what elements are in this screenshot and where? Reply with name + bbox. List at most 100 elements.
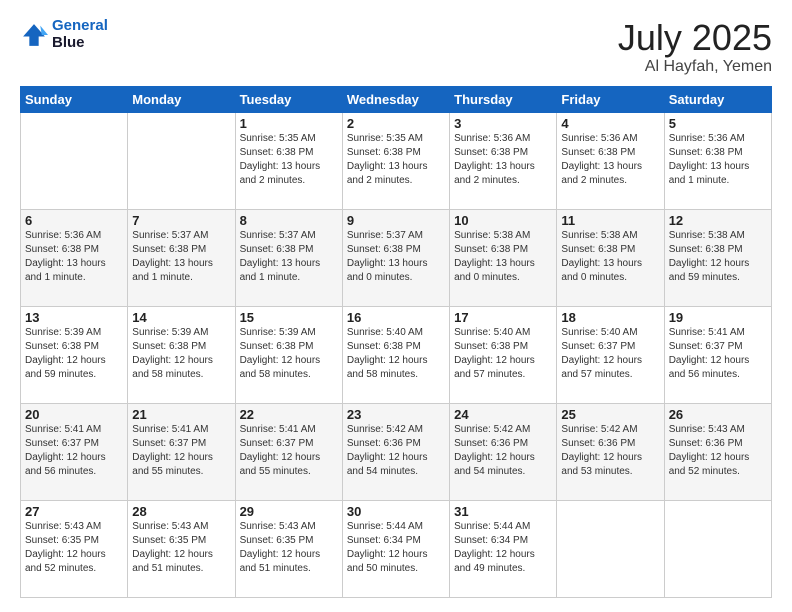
sunset-text: Sunset: 6:38 PM: [347, 340, 445, 354]
day-number: 6: [25, 213, 123, 228]
logo-text: General Blue: [52, 18, 108, 51]
header: General Blue July 2025 Al Hayfah, Yemen: [20, 18, 772, 76]
sunset-text: Sunset: 6:37 PM: [25, 437, 123, 451]
sunrise-text: Sunrise: 5:43 AM: [669, 423, 767, 437]
sunrise-text: Sunrise: 5:41 AM: [240, 423, 338, 437]
day-number: 11: [561, 213, 659, 228]
sunrise-text: Sunrise: 5:42 AM: [347, 423, 445, 437]
day-info: Sunrise: 5:43 AMSunset: 6:36 PMDaylight:…: [669, 423, 767, 479]
sunset-text: Sunset: 6:36 PM: [454, 437, 552, 451]
day-number: 22: [240, 407, 338, 422]
sunset-text: Sunset: 6:38 PM: [454, 243, 552, 257]
daylight-text: Daylight: 12 hours and 51 minutes.: [240, 548, 338, 576]
day-number: 28: [132, 504, 230, 519]
sunrise-text: Sunrise: 5:37 AM: [347, 229, 445, 243]
day-info: Sunrise: 5:38 AMSunset: 6:38 PMDaylight:…: [454, 229, 552, 285]
day-info: Sunrise: 5:40 AMSunset: 6:38 PMDaylight:…: [454, 326, 552, 382]
sunrise-text: Sunrise: 5:38 AM: [454, 229, 552, 243]
calendar-cell: 1Sunrise: 5:35 AMSunset: 6:38 PMDaylight…: [235, 112, 342, 209]
day-info: Sunrise: 5:36 AMSunset: 6:38 PMDaylight:…: [561, 132, 659, 188]
daylight-text: Daylight: 13 hours and 1 minute.: [132, 257, 230, 285]
day-number: 3: [454, 116, 552, 131]
calendar-cell: [557, 500, 664, 597]
sunset-text: Sunset: 6:36 PM: [347, 437, 445, 451]
daylight-text: Daylight: 13 hours and 0 minutes.: [347, 257, 445, 285]
sunrise-text: Sunrise: 5:35 AM: [347, 132, 445, 146]
daylight-text: Daylight: 13 hours and 1 minute.: [669, 160, 767, 188]
day-number: 1: [240, 116, 338, 131]
col-header-tuesday: Tuesday: [235, 86, 342, 112]
sunset-text: Sunset: 6:38 PM: [454, 340, 552, 354]
col-header-sunday: Sunday: [21, 86, 128, 112]
daylight-text: Daylight: 13 hours and 2 minutes.: [454, 160, 552, 188]
day-info: Sunrise: 5:37 AMSunset: 6:38 PMDaylight:…: [240, 229, 338, 285]
daylight-text: Daylight: 13 hours and 0 minutes.: [561, 257, 659, 285]
day-info: Sunrise: 5:42 AMSunset: 6:36 PMDaylight:…: [454, 423, 552, 479]
sunrise-text: Sunrise: 5:36 AM: [669, 132, 767, 146]
sunset-text: Sunset: 6:38 PM: [132, 340, 230, 354]
sunset-text: Sunset: 6:35 PM: [240, 534, 338, 548]
calendar-cell: 12Sunrise: 5:38 AMSunset: 6:38 PMDayligh…: [664, 209, 771, 306]
calendar-cell: 31Sunrise: 5:44 AMSunset: 6:34 PMDayligh…: [450, 500, 557, 597]
sunset-text: Sunset: 6:36 PM: [669, 437, 767, 451]
sunset-text: Sunset: 6:38 PM: [669, 146, 767, 160]
calendar-cell: 6Sunrise: 5:36 AMSunset: 6:38 PMDaylight…: [21, 209, 128, 306]
day-number: 31: [454, 504, 552, 519]
sunrise-text: Sunrise: 5:42 AM: [561, 423, 659, 437]
sunset-text: Sunset: 6:38 PM: [240, 340, 338, 354]
sunset-text: Sunset: 6:38 PM: [347, 243, 445, 257]
calendar-table: SundayMondayTuesdayWednesdayThursdayFrid…: [20, 86, 772, 598]
day-info: Sunrise: 5:40 AMSunset: 6:38 PMDaylight:…: [347, 326, 445, 382]
sunset-text: Sunset: 6:38 PM: [132, 243, 230, 257]
sunset-text: Sunset: 6:38 PM: [669, 243, 767, 257]
day-info: Sunrise: 5:38 AMSunset: 6:38 PMDaylight:…: [561, 229, 659, 285]
day-number: 4: [561, 116, 659, 131]
day-number: 20: [25, 407, 123, 422]
sunrise-text: Sunrise: 5:41 AM: [669, 326, 767, 340]
sunset-text: Sunset: 6:35 PM: [25, 534, 123, 548]
title-block: July 2025 Al Hayfah, Yemen: [618, 18, 772, 76]
day-number: 12: [669, 213, 767, 228]
day-info: Sunrise: 5:44 AMSunset: 6:34 PMDaylight:…: [454, 520, 552, 576]
day-number: 19: [669, 310, 767, 325]
day-number: 27: [25, 504, 123, 519]
day-info: Sunrise: 5:37 AMSunset: 6:38 PMDaylight:…: [347, 229, 445, 285]
calendar-cell: 17Sunrise: 5:40 AMSunset: 6:38 PMDayligh…: [450, 306, 557, 403]
day-number: 29: [240, 504, 338, 519]
day-number: 26: [669, 407, 767, 422]
day-number: 23: [347, 407, 445, 422]
daylight-text: Daylight: 12 hours and 55 minutes.: [240, 451, 338, 479]
daylight-text: Daylight: 12 hours and 52 minutes.: [25, 548, 123, 576]
col-header-thursday: Thursday: [450, 86, 557, 112]
daylight-text: Daylight: 12 hours and 51 minutes.: [132, 548, 230, 576]
calendar-week-row: 6Sunrise: 5:36 AMSunset: 6:38 PMDaylight…: [21, 209, 772, 306]
day-number: 10: [454, 213, 552, 228]
day-number: 14: [132, 310, 230, 325]
day-info: Sunrise: 5:41 AMSunset: 6:37 PMDaylight:…: [132, 423, 230, 479]
day-number: 16: [347, 310, 445, 325]
day-number: 9: [347, 213, 445, 228]
page: General Blue July 2025 Al Hayfah, Yemen …: [0, 0, 792, 612]
sunrise-text: Sunrise: 5:42 AM: [454, 423, 552, 437]
day-info: Sunrise: 5:36 AMSunset: 6:38 PMDaylight:…: [669, 132, 767, 188]
col-header-friday: Friday: [557, 86, 664, 112]
sunset-text: Sunset: 6:37 PM: [240, 437, 338, 451]
day-info: Sunrise: 5:36 AMSunset: 6:38 PMDaylight:…: [25, 229, 123, 285]
sunrise-text: Sunrise: 5:40 AM: [561, 326, 659, 340]
day-info: Sunrise: 5:39 AMSunset: 6:38 PMDaylight:…: [240, 326, 338, 382]
calendar-cell: 14Sunrise: 5:39 AMSunset: 6:38 PMDayligh…: [128, 306, 235, 403]
calendar-cell: 26Sunrise: 5:43 AMSunset: 6:36 PMDayligh…: [664, 403, 771, 500]
col-header-saturday: Saturday: [664, 86, 771, 112]
sunrise-text: Sunrise: 5:38 AM: [669, 229, 767, 243]
col-header-monday: Monday: [128, 86, 235, 112]
day-number: 13: [25, 310, 123, 325]
day-info: Sunrise: 5:42 AMSunset: 6:36 PMDaylight:…: [561, 423, 659, 479]
sunrise-text: Sunrise: 5:43 AM: [240, 520, 338, 534]
sunset-text: Sunset: 6:37 PM: [561, 340, 659, 354]
calendar-week-row: 13 Sunrise: 5:39 AMSunset: 6:38 PMDayligh…: [21, 306, 772, 403]
sunrise-text: Sunrise: 5:36 AM: [454, 132, 552, 146]
sunrise-text: Sunrise: 5:36 AM: [25, 229, 123, 243]
calendar-cell: 28Sunrise: 5:43 AMSunset: 6:35 PMDayligh…: [128, 500, 235, 597]
day-number: 15: [240, 310, 338, 325]
calendar-cell: 22Sunrise: 5:41 AMSunset: 6:37 PMDayligh…: [235, 403, 342, 500]
